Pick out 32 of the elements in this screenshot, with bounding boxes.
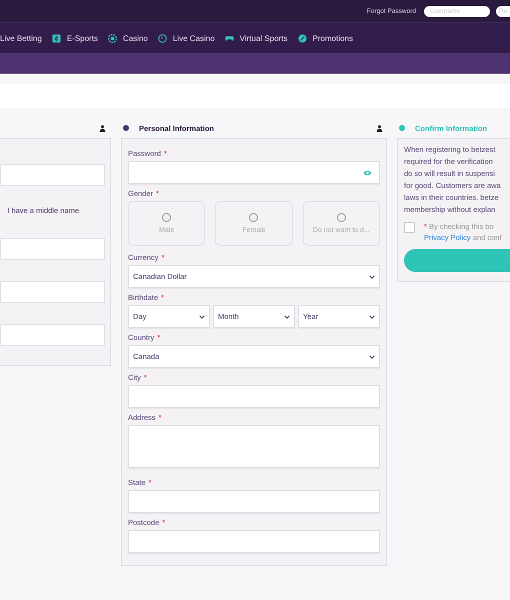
chevron-icon bbox=[199, 314, 205, 318]
chevron-icon bbox=[284, 314, 290, 318]
nav-link[interactable]: Live Casino bbox=[172, 34, 215, 42]
user-icon bbox=[376, 124, 383, 132]
chevron-icon bbox=[369, 314, 375, 318]
input-field[interactable] bbox=[128, 385, 380, 408]
input-field[interactable] bbox=[0, 164, 105, 186]
input-field[interactable] bbox=[0, 281, 105, 303]
nav-link[interactable]: Live Betting bbox=[0, 34, 42, 42]
step-dot bbox=[399, 125, 405, 131]
nav-link[interactable]: Casino bbox=[122, 34, 148, 42]
gamepad-icon bbox=[224, 34, 234, 42]
password-field[interactable] bbox=[128, 161, 380, 184]
chevron-icon bbox=[369, 274, 375, 278]
step-dot bbox=[123, 125, 129, 131]
nav-link[interactable]: E-Sports bbox=[66, 34, 98, 42]
user-icon bbox=[99, 124, 106, 132]
chevron-icon bbox=[369, 354, 375, 358]
submit-button[interactable] bbox=[404, 249, 510, 272]
eye-icon[interactable] bbox=[363, 170, 372, 176]
input-field[interactable] bbox=[128, 490, 380, 513]
nav-link[interactable]: Promotions bbox=[312, 34, 353, 42]
runner-icon bbox=[52, 34, 61, 42]
input-field[interactable] bbox=[0, 324, 105, 346]
nav-link[interactable]: Virtual Sports bbox=[240, 34, 288, 42]
input-field[interactable] bbox=[128, 530, 380, 553]
badge-icon bbox=[298, 34, 307, 42]
chip-icon bbox=[108, 34, 117, 42]
address-textarea[interactable] bbox=[128, 425, 380, 468]
clock-icon bbox=[158, 34, 167, 42]
agree-checkbox[interactable] bbox=[404, 222, 415, 233]
input-field[interactable] bbox=[0, 238, 105, 260]
